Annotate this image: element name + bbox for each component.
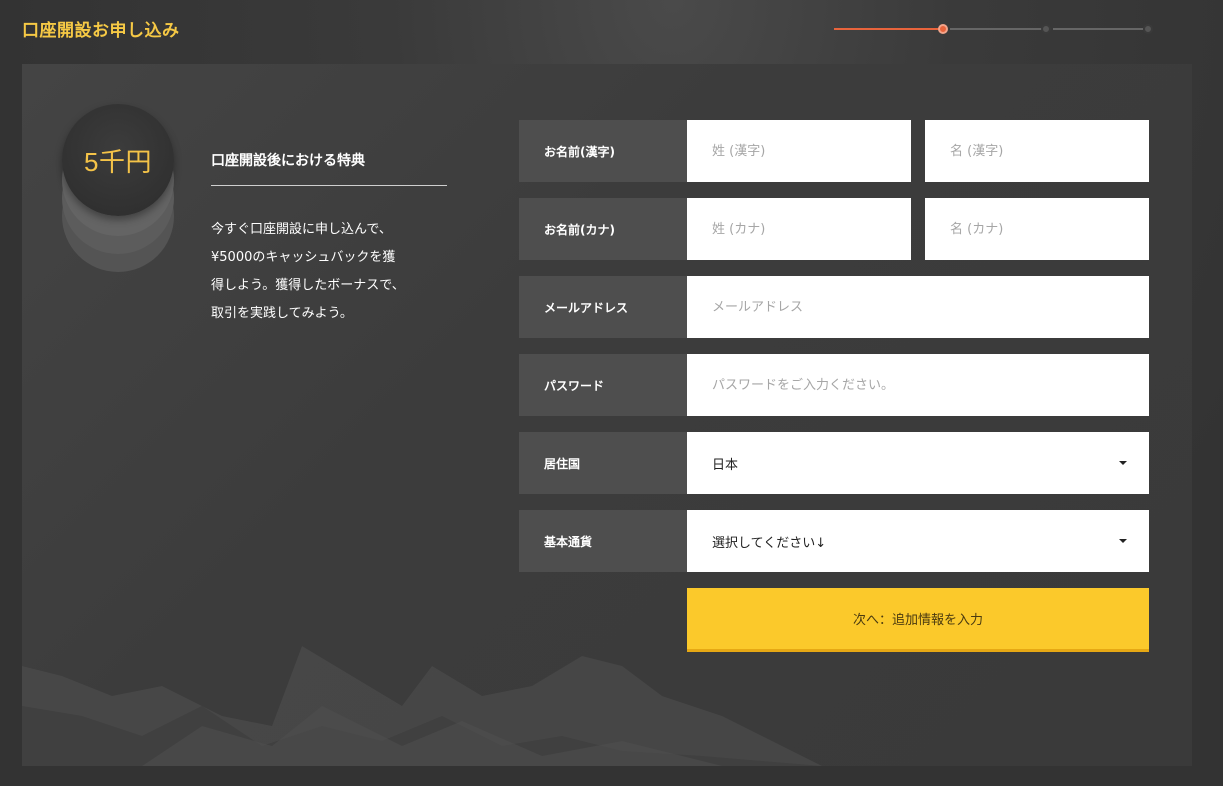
bonus-line: 今すぐ口座開設に申し込んで、 <box>211 222 392 237</box>
currency-selected-value: 選択してください↓ <box>712 535 827 551</box>
bonus-line: ¥5000のキャッシュバックを獲 <box>211 250 396 265</box>
page-title: 口座開設お申し込み <box>22 21 180 41</box>
progress-steps <box>834 24 1154 34</box>
bonus-description: 今すぐ口座開設に申し込んで、 ¥5000のキャッシュバックを獲 得しよう。獲得し… <box>211 216 451 328</box>
name-kana-label: お名前(カナ) <box>519 198 692 260</box>
caret-down-icon <box>1119 461 1127 465</box>
progress-step-1 <box>938 24 948 34</box>
email-row: メールアドレス <box>519 276 1149 338</box>
country-selected-value: 日本 <box>712 457 739 473</box>
progress-segment-3 <box>1053 28 1143 30</box>
caret-down-icon <box>1119 539 1127 543</box>
email-label: メールアドレス <box>519 276 692 338</box>
progress-step-3 <box>1143 24 1153 34</box>
country-row: 居住国 日本 <box>519 432 1149 494</box>
bonus-title: 口座開設後における特典 <box>211 153 365 169</box>
country-select[interactable]: 日本 <box>687 432 1149 494</box>
name-kanji-label: お名前(漢字) <box>519 120 692 182</box>
password-label: パスワード <box>519 354 692 416</box>
first-name-kana-input[interactable] <box>925 198 1149 260</box>
bonus-coin-amount: 5千円 <box>62 104 174 216</box>
bonus-divider <box>211 185 447 186</box>
signup-panel: 5千円 口座開設後における特典 今すぐ口座開設に申し込んで、 ¥5000のキャッ… <box>22 64 1192 766</box>
coin-stack-icon: 5千円 <box>62 104 174 274</box>
mountain-decoration <box>22 646 822 766</box>
signup-form: お名前(漢字) お名前(カナ) メールアドレス パスワード 居住国 日本 基本通… <box>519 120 1149 652</box>
currency-label: 基本通貨 <box>519 510 692 572</box>
currency-select[interactable]: 選択してください↓ <box>687 510 1149 572</box>
name-kanji-row: お名前(漢字) <box>519 120 1149 182</box>
last-name-kana-input[interactable] <box>687 198 911 260</box>
progress-segment-2 <box>950 28 1042 30</box>
name-kana-row: お名前(カナ) <box>519 198 1149 260</box>
currency-row: 基本通貨 選択してください↓ <box>519 510 1149 572</box>
progress-segment-1 <box>834 28 940 30</box>
bonus-line: 取引を実践してみよう。 <box>211 306 353 321</box>
country-label: 居住国 <box>519 432 692 494</box>
last-name-kanji-input[interactable] <box>687 120 911 182</box>
first-name-kanji-input[interactable] <box>925 120 1149 182</box>
password-row: パスワード <box>519 354 1149 416</box>
bonus-line: 得しよう。獲得したボーナスで、 <box>211 278 405 293</box>
password-input[interactable] <box>687 354 1149 416</box>
next-button[interactable]: 次へ：追加情報を入力 <box>687 588 1149 652</box>
progress-step-2 <box>1041 24 1051 34</box>
email-input[interactable] <box>687 276 1149 338</box>
